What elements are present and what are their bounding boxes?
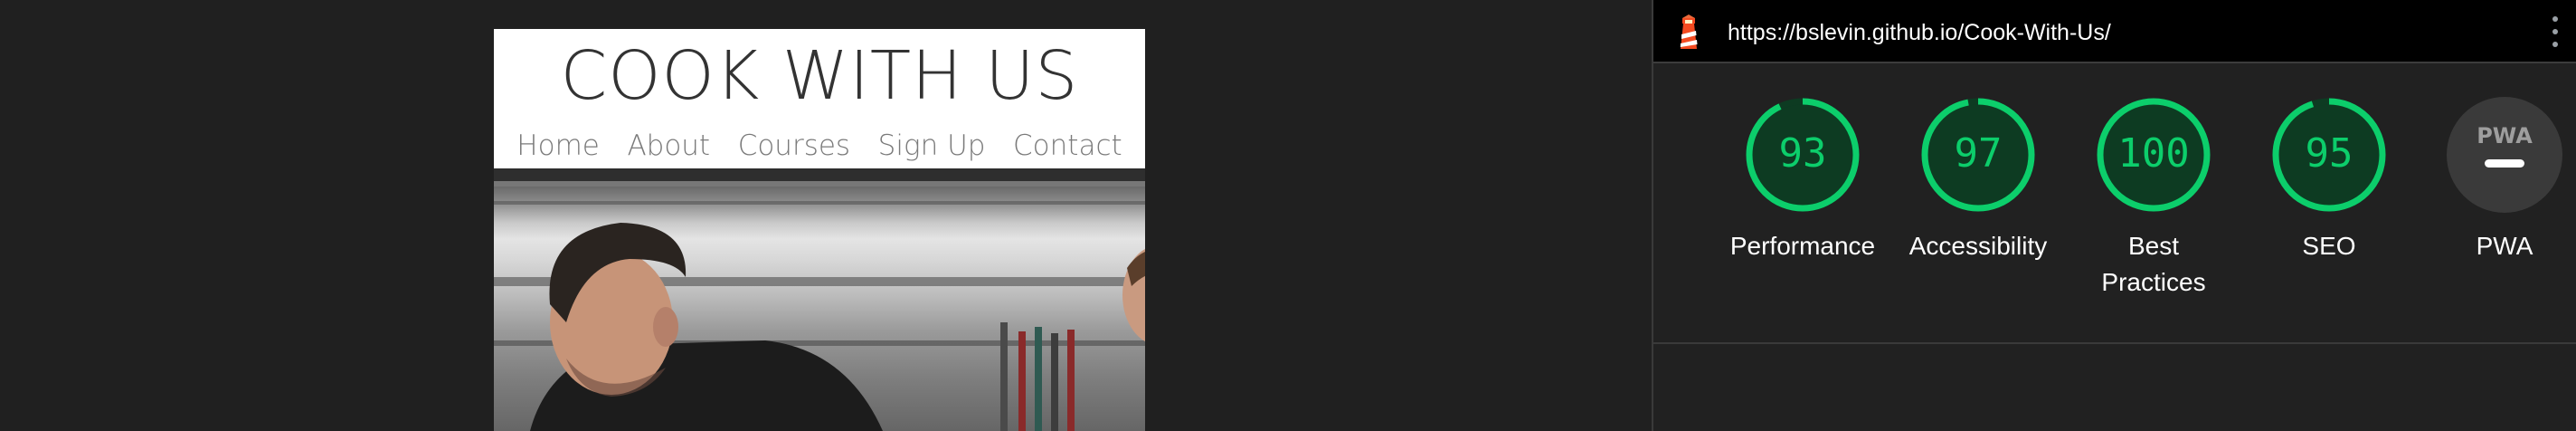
website-preview: COOK WITH US Home About Courses Sign Up …	[494, 29, 1145, 431]
score-gauges: 93 Performance 97 Accessibility 100 Best…	[1653, 96, 2576, 313]
gauge-label-line-2: Practices	[2101, 268, 2206, 296]
report-url[interactable]: https://bslevin.github.io/Cook-With-Us/	[1728, 20, 2111, 46]
section-divider	[1653, 342, 2576, 344]
lighthouse-report-panel: https://bslevin.github.io/Cook-With-Us/ …	[1652, 0, 2576, 431]
nav-link-sign-up[interactable]: Sign Up	[878, 129, 986, 162]
lighthouse-topbar: https://bslevin.github.io/Cook-With-Us/	[1653, 0, 2576, 63]
screenshot-stage: COOK WITH US Home About Courses Sign Up …	[0, 0, 2576, 431]
lighthouse-icon	[1680, 14, 1698, 49]
site-title: COOK WITH US	[560, 37, 1079, 115]
gauge-performance[interactable]: 93 Performance	[1715, 96, 1890, 264]
score-ring-icon: 97	[1921, 98, 2035, 212]
gauge-best-practices[interactable]: 100 Best Practices	[2066, 96, 2241, 301]
gauge-label-line-1: Best	[2127, 232, 2180, 260]
score-ring-icon: 100	[2097, 98, 2211, 212]
hero-kitchen-chef-illustration	[494, 168, 1145, 431]
kebab-menu-icon[interactable]	[2551, 16, 2560, 47]
site-nav: Home About Courses Sign Up Contact	[494, 123, 1145, 168]
gauge-pwa[interactable]: PWA PWA	[2417, 96, 2576, 264]
pwa-badge-text: PWA	[2477, 123, 2533, 148]
score-value: 93	[1779, 130, 1827, 177]
hero-image	[494, 168, 1145, 431]
gauge-label: SEO	[2302, 232, 2356, 260]
gauge-label: Performance	[1729, 232, 1876, 260]
gauge-label: Best Practices	[2066, 228, 2241, 301]
score-value: 95	[2306, 130, 2353, 177]
score-ring-icon: 95	[2272, 98, 2386, 212]
nav-link-home[interactable]: Home	[516, 129, 600, 162]
nav-link-about[interactable]: About	[627, 129, 710, 162]
pwa-badge-icon: PWA	[2447, 97, 2562, 213]
gauge-accessibility[interactable]: 97 Accessibility	[1890, 96, 2066, 264]
score-value: 97	[1955, 130, 2003, 177]
gauge-label: Accessibility	[1908, 232, 2048, 260]
score-ring-icon: 93	[1746, 98, 1860, 212]
nav-link-contact[interactable]: Contact	[1013, 129, 1122, 162]
score-value: 100	[2117, 130, 2189, 177]
nav-link-courses[interactable]: Courses	[738, 129, 850, 162]
gauge-seo[interactable]: 95 SEO	[2241, 96, 2417, 264]
gauge-label: PWA	[2476, 232, 2533, 260]
